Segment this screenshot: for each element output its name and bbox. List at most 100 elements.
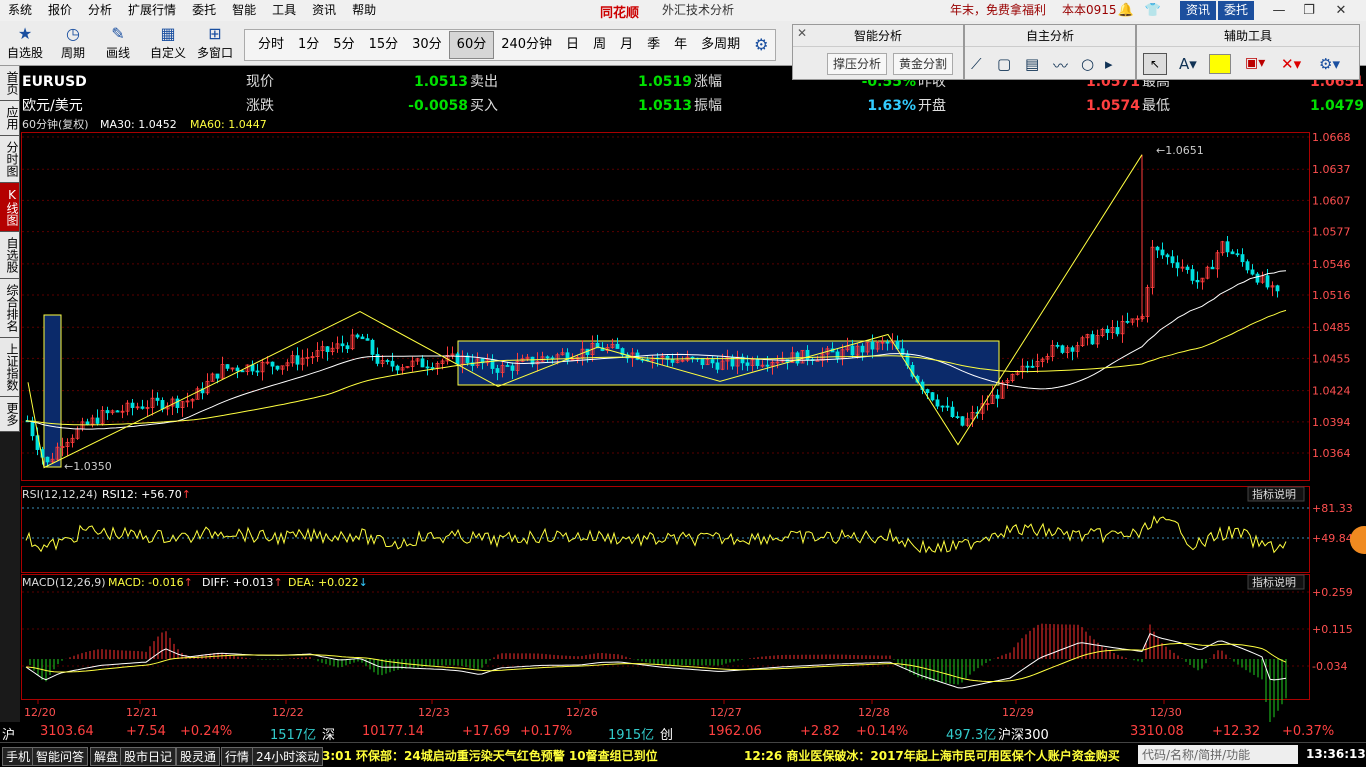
tab-watchlist[interactable]: 自选股: [0, 232, 20, 279]
tab-lingtong[interactable]: 股灵通: [176, 747, 221, 766]
menu-analysis[interactable]: 分析: [80, 0, 120, 21]
macd-title: MACD(12,26,9): [22, 576, 106, 589]
candle-body: [140, 406, 145, 409]
candle-body: [1230, 251, 1235, 255]
color-picker-icon[interactable]: [1209, 54, 1231, 74]
news-item-2[interactable]: 12:26 商业医保破冰：2017年起上海市民可用医保个人账户资金购买: [744, 747, 1120, 764]
tab-more[interactable]: 更多: [0, 397, 20, 432]
golden-section-button[interactable]: 黄金分割: [893, 53, 954, 75]
menu-quote[interactable]: 报价: [40, 0, 80, 21]
period-year[interactable]: 年: [667, 32, 694, 58]
tab-diary[interactable]: 股市日记: [120, 747, 177, 766]
app-logo: 同花顺: [600, 6, 640, 21]
candle-body: [715, 362, 720, 370]
restore-icon[interactable]: ❐: [1298, 1, 1320, 20]
custom-button[interactable]: ▦ 自定义: [148, 23, 188, 61]
period-30m[interactable]: 30分: [405, 32, 449, 58]
news-button[interactable]: 资讯: [1180, 1, 1217, 20]
news-item-1[interactable]: 3:01 环保部：24城启动重污染天气红色预警 10督查组已到位: [322, 747, 658, 764]
tab-sh-index[interactable]: 上证指数: [0, 338, 20, 397]
period-5m[interactable]: 5分: [326, 32, 361, 58]
period-selector: 分时 1分 5分 15分 30分 60分 240分钟 日 周 月 季 年 多周期…: [244, 29, 777, 61]
menu-ext-market[interactable]: 扩展行情: [120, 0, 184, 21]
tab-ranking[interactable]: 综合排名: [0, 279, 20, 338]
close-icon[interactable]: ✕: [1330, 1, 1352, 20]
tab-timeshare[interactable]: 分时图: [0, 136, 20, 183]
sh-index[interactable]: 3103.64: [40, 724, 94, 739]
menu-help[interactable]: 帮助: [344, 0, 384, 21]
search-input[interactable]: 代码/名称/简拼/功能: [1138, 745, 1298, 764]
hs-pct: +0.37%: [1282, 724, 1335, 739]
panel-close-icon[interactable]: ✕: [797, 26, 807, 40]
menu-smart[interactable]: 智能: [224, 0, 264, 21]
shirt-icon[interactable]: 👕: [1142, 1, 1164, 20]
floating-assistant-icon[interactable]: [1350, 526, 1366, 554]
candle-body: [420, 358, 425, 368]
rsi-help-label[interactable]: 指标说明: [1252, 487, 1296, 501]
period-day[interactable]: 日: [559, 32, 586, 58]
text-tool-icon[interactable]: A▾: [1179, 55, 1197, 73]
settings-icon[interactable]: ⚙▾: [1319, 55, 1340, 73]
macd-help-label[interactable]: 指标说明: [1252, 575, 1296, 589]
support-resistance-button[interactable]: 撑压分析: [827, 53, 888, 75]
period-button[interactable]: ◷ 周期: [52, 23, 94, 61]
macd-tick-label: +0.115: [1312, 623, 1353, 636]
cursor-icon[interactable]: ↖: [1143, 53, 1167, 75]
candle-body: [430, 367, 435, 369]
candle-body: [215, 373, 220, 379]
tab-quotes[interactable]: 行情: [221, 747, 254, 766]
period-tick[interactable]: 分时: [251, 32, 291, 58]
sz-index[interactable]: 10177.14: [362, 724, 424, 739]
period-1m[interactable]: 1分: [291, 32, 326, 58]
period-month[interactable]: 月: [613, 32, 640, 58]
kline-chart-area[interactable]: EURUSD 欧元/美元 现价 1.0513 卖出 1.0519 涨幅 -0.5…: [20, 66, 1366, 722]
tab-kline[interactable]: K线图: [0, 183, 20, 232]
watchlist-button[interactable]: ★ 自选股: [6, 23, 44, 61]
period-multi[interactable]: 多周期: [694, 32, 747, 58]
circle-tool-icon[interactable]: ○: [1081, 55, 1094, 73]
eraser-icon[interactable]: ▣▾: [1245, 55, 1265, 71]
candle-body: [615, 343, 620, 349]
candle-body: [130, 402, 135, 408]
candle-body: [1105, 328, 1110, 333]
rect-tool-icon[interactable]: ▢: [997, 55, 1011, 73]
candle-body: [455, 353, 460, 365]
trade-button[interactable]: 委托: [1218, 1, 1255, 20]
menu-system[interactable]: 系统: [0, 0, 40, 21]
more-tool-icon[interactable]: ▸: [1105, 55, 1113, 73]
candle-body: [390, 360, 395, 367]
tab-home[interactable]: 首页: [0, 66, 20, 101]
draw-line-button[interactable]: ✎ 画线: [98, 23, 138, 61]
tab-mobile[interactable]: 手机: [2, 747, 35, 766]
period-60m[interactable]: 60分: [448, 31, 495, 59]
tab-24h[interactable]: 24小时滚动: [252, 747, 324, 766]
candle-body: [505, 365, 510, 367]
period-quarter[interactable]: 季: [640, 32, 667, 58]
period-15m[interactable]: 15分: [362, 32, 406, 58]
menu-tools[interactable]: 工具: [264, 0, 304, 21]
period-week[interactable]: 周: [586, 32, 613, 58]
window-title: 外汇技术分析: [662, 3, 735, 17]
minimize-icon[interactable]: —: [1268, 1, 1290, 20]
hs-index[interactable]: 3310.08: [1130, 724, 1184, 739]
tab-apps[interactable]: 应用: [0, 101, 20, 136]
cy-volume: 497.3亿: [946, 728, 997, 743]
menu-news[interactable]: 资讯: [304, 0, 344, 21]
zigzag-trendline: [27, 154, 1143, 469]
bell-icon[interactable]: 🔔: [1115, 1, 1137, 20]
pencil-icon: ✎: [111, 24, 125, 43]
channel-tool-icon[interactable]: ▤: [1025, 55, 1039, 73]
cy-index[interactable]: 1962.06: [708, 724, 762, 739]
period-240m[interactable]: 240分钟: [494, 32, 559, 58]
line-tool-icon[interactable]: ⟋: [971, 55, 982, 73]
tab-qa[interactable]: 智能问答: [32, 747, 89, 766]
wave-tool-icon[interactable]: 〰: [1053, 55, 1068, 76]
delete-icon[interactable]: ✕▾: [1281, 55, 1301, 73]
multi-window-button[interactable]: ⊞ 多窗口: [194, 23, 236, 61]
sh-change: +7.54: [126, 724, 166, 739]
promo-link[interactable]: 年末，免费拿福利: [950, 0, 1046, 21]
tab-analysis[interactable]: 解盘: [90, 747, 123, 766]
rsi-tick-label: +49.84: [1312, 532, 1353, 545]
menu-trade[interactable]: 委托: [184, 0, 224, 21]
gear-icon[interactable]: ⚙: [747, 32, 775, 58]
